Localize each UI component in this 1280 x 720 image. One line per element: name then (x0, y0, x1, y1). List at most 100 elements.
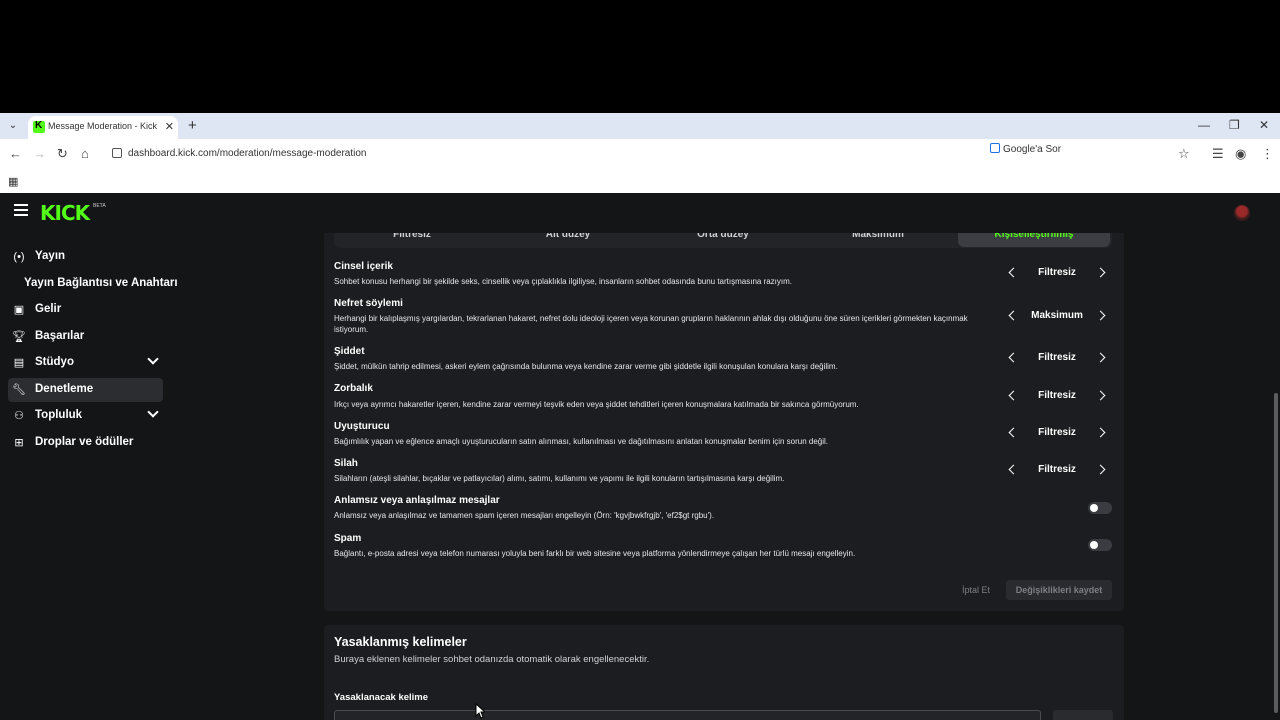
toggle-description: Bağlantı, e-posta adresi veya telefon nu… (334, 549, 856, 558)
category-description: Bağımlılık yapan ve eğlence amaçlı uyuşt… (334, 437, 829, 446)
lens-icon (990, 143, 1000, 153)
drops-icon: ⊞ (14, 437, 24, 449)
category-description: Silahların (ateşli silahlar, bıçaklar ve… (334, 474, 785, 483)
trophy-icon: 🏆︎ (12, 331, 26, 343)
hamburger-menu-icon[interactable] (14, 204, 28, 216)
broadcast-icon: (•) (13, 251, 25, 263)
level-option[interactable]: Maksimum (800, 233, 956, 247)
violence-stepper: Filtresiz (1000, 348, 1112, 368)
category-title: Cinsel içerik (334, 261, 393, 272)
reading-list-icon[interactable]: ☰ (1212, 146, 1224, 162)
chevron-right-icon[interactable] (1095, 464, 1106, 475)
ask-google-button[interactable]: Google'a Sor (990, 143, 1061, 155)
sidebar-item-label: Stüdyo (35, 356, 74, 368)
level-option-selected[interactable]: Kişiselleştirilmiş (958, 233, 1110, 247)
back-icon[interactable]: ← (9, 146, 22, 161)
category-description: Herhangi bir kalıplaşmış yargılardan, te… (334, 314, 968, 334)
tab-title: Message Moderation - Kick Da (48, 121, 158, 131)
restore-icon[interactable]: ❐ (1229, 118, 1240, 132)
chevron-left-icon[interactable] (1008, 267, 1019, 278)
close-tab-icon[interactable]: ✕ (165, 120, 174, 133)
chrome-menu-icon[interactable]: ⋮ (1261, 146, 1274, 162)
banned-word-label: Yasaklanacak kelime (334, 692, 429, 703)
forward-icon[interactable]: → (33, 146, 46, 161)
level-option[interactable]: Alt düzey (490, 233, 646, 247)
site-info-icon[interactable] (112, 148, 122, 158)
sidebar-item-label: Droplar ve ödüller (35, 436, 134, 448)
category-title: Zorbalık (334, 383, 373, 394)
sidebar-item-label: Denetleme (35, 383, 94, 395)
browser-tabstrip: ⌄ Message Moderation - Kick Da ✕ + — ❐ ✕ (0, 113, 1280, 139)
apps-grid-icon[interactable]: ▦ (8, 175, 18, 188)
tab-search-chevron-icon[interactable]: ⌄ (6, 119, 20, 133)
home-icon[interactable]: ⌂ (81, 146, 89, 161)
sidebar: (•) Yayın Yayın Bağlantısı ve Anahtarı ▣… (0, 233, 178, 720)
reload-icon[interactable]: ↻ (57, 146, 68, 162)
chevron-right-icon[interactable] (1095, 267, 1106, 278)
spam-toggle[interactable] (1088, 539, 1112, 551)
top-bar: KICK BETA (0, 193, 1280, 233)
minimize-icon[interactable]: — (1198, 118, 1210, 132)
sidebar-item-label: Başarılar (35, 330, 85, 342)
banned-word-input[interactable] (334, 710, 1041, 720)
screen: ⌄ Message Moderation - Kick Da ✕ + — ❐ ✕… (0, 0, 1280, 720)
stepper-value: Filtresiz (1038, 352, 1076, 363)
chevron-left-icon[interactable] (1008, 352, 1019, 363)
stepper-value: Filtresiz (1038, 267, 1076, 278)
sidebar-item-stream-key[interactable]: Yayın Bağlantısı ve Anahtarı (16, 272, 178, 296)
address-bar-row: ← → ↻ ⌂ dashboard.kick.com/moderation/me… (0, 139, 1280, 169)
gibberish-toggle[interactable] (1088, 502, 1112, 514)
chevron-left-icon[interactable] (1008, 427, 1019, 438)
chevron-right-icon[interactable] (1095, 310, 1106, 321)
add-word-button[interactable] (1053, 710, 1113, 720)
category-description: Şiddet, mülkün tahrip edilmesi, askeri e… (334, 362, 838, 371)
stepper-value: Filtresiz (1038, 464, 1076, 475)
sexual-content-stepper: Filtresiz (1000, 263, 1112, 283)
chevron-right-icon[interactable] (1095, 352, 1106, 363)
url-text: dashboard.kick.com/moderation/message-mo… (128, 148, 367, 159)
sidebar-item-studyo[interactable]: ▤ Stüdyo (8, 351, 163, 375)
stepper-value: Maksimum (1031, 310, 1083, 321)
cancel-button[interactable]: İptal Et (954, 580, 998, 600)
moderation-level-selector: Filtresiz Alt düzey Orta düzey Maksimum … (334, 233, 1112, 248)
browser-tab[interactable]: Message Moderation - Kick Da ✕ (28, 116, 178, 139)
chevron-left-icon[interactable] (1008, 464, 1019, 475)
sidebar-item-yayin[interactable]: (•) Yayın (8, 245, 163, 269)
save-changes-button[interactable]: Değişiklikleri kaydet (1006, 580, 1112, 600)
stepper-value: Filtresiz (1038, 390, 1076, 401)
category-title: Nefret söylemi (334, 298, 403, 309)
studio-icon: ▤ (13, 357, 25, 369)
sidebar-item-label: Topluluk (35, 409, 83, 421)
banned-words-description: Buraya eklenen kelimeler sohbet odanızda… (334, 654, 650, 665)
chevron-right-icon[interactable] (1095, 390, 1106, 401)
revenue-icon: ▣ (13, 304, 25, 316)
window-close-icon[interactable]: ✕ (1259, 118, 1269, 132)
sidebar-item-gelir[interactable]: ▣ Gelir (8, 298, 163, 322)
bullying-stepper: Filtresiz (1000, 386, 1112, 406)
new-tab-icon[interactable]: + (188, 117, 197, 134)
category-title: Uyuşturucu (334, 421, 390, 432)
category-title: Şiddet (334, 346, 365, 357)
sidebar-item-denetleme[interactable]: 🔧︎ Denetleme (8, 378, 163, 402)
ask-google-label: Google'a Sor (1003, 144, 1062, 155)
chevron-right-icon[interactable] (1095, 427, 1106, 438)
level-option[interactable]: Orta düzey (646, 233, 800, 247)
toggle-description: Anlamsız veya anlaşılmaz ve tamamen spam… (334, 511, 715, 520)
sidebar-item-topluluk[interactable]: ⚇ Topluluk (8, 404, 163, 428)
level-option[interactable]: Filtresiz (334, 233, 490, 247)
profile-icon[interactable]: ◉ (1235, 146, 1246, 162)
drugs-stepper: Filtresiz (1000, 423, 1112, 443)
sidebar-item-label: Yayın Bağlantısı ve Anahtarı (24, 277, 178, 289)
bookmark-star-icon[interactable]: ☆ (1178, 146, 1190, 162)
kick-dashboard: KICK BETA (•) Yayın Yayın Bağlantısı ve … (0, 193, 1280, 720)
sidebar-item-droplar[interactable]: ⊞ Droplar ve ödüller (8, 431, 163, 455)
chevron-left-icon[interactable] (1008, 390, 1019, 401)
kick-logo[interactable]: KICK (40, 201, 90, 225)
sidebar-item-basarilar[interactable]: 🏆︎ Başarılar (8, 325, 163, 349)
avatar[interactable] (1234, 205, 1250, 221)
community-icon: ⚇ (14, 410, 24, 422)
stepper-value: Filtresiz (1038, 427, 1076, 438)
page-scrollbar[interactable] (1274, 393, 1278, 713)
chevron-left-icon[interactable] (1008, 310, 1019, 321)
sidebar-item-label: Yayın (35, 250, 66, 262)
